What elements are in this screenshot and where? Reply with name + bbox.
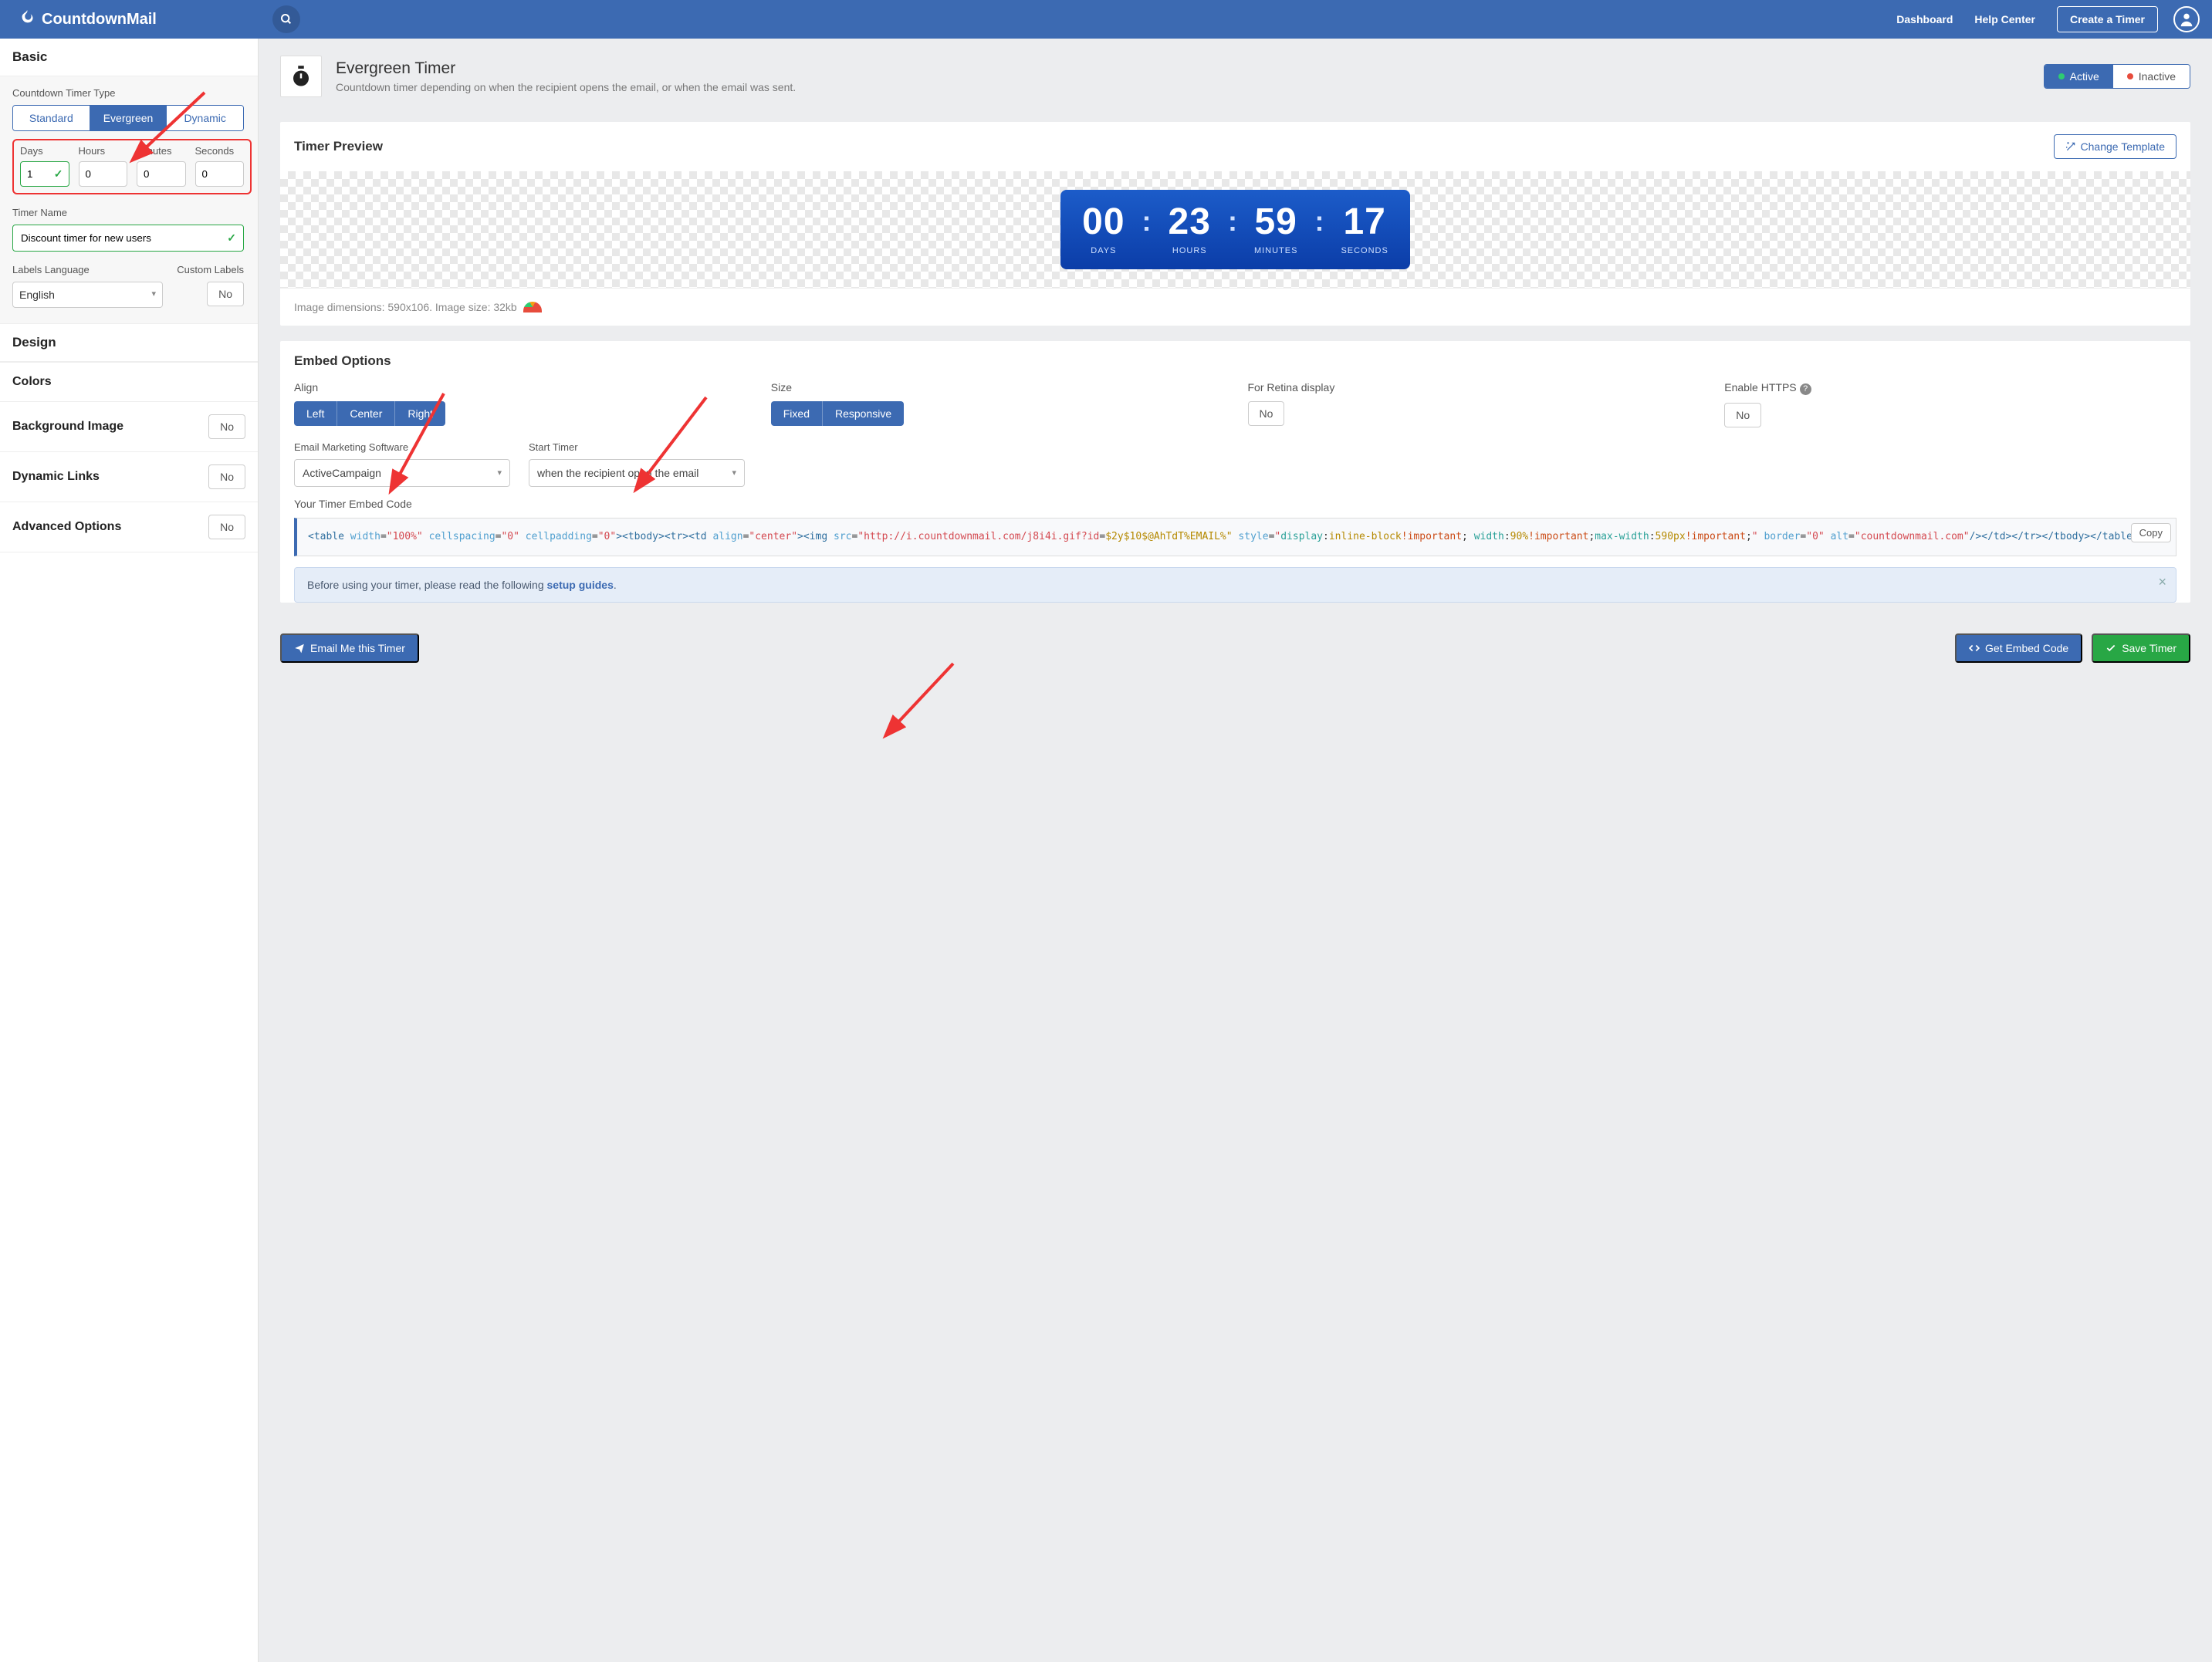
- minutes-input[interactable]: [137, 161, 186, 187]
- align-label: Align: [294, 381, 746, 394]
- labels-language-label: Labels Language: [12, 264, 163, 275]
- section-colors[interactable]: Colors: [0, 362, 258, 401]
- create-timer-button[interactable]: Create a Timer: [2057, 6, 2158, 32]
- gauge-icon: [523, 302, 542, 312]
- page-header: Evergreen Timer Countdown timer dependin…: [259, 39, 2212, 114]
- save-timer-button[interactable]: Save Timer: [2092, 633, 2190, 663]
- section-background-image[interactable]: Background Image No: [0, 401, 258, 451]
- section-dynamic-links[interactable]: Dynamic Links No: [0, 451, 258, 502]
- type-standard[interactable]: Standard: [13, 106, 90, 130]
- user-avatar[interactable]: [2173, 6, 2200, 32]
- nav-dashboard[interactable]: Dashboard: [1896, 13, 1953, 25]
- size-fixed[interactable]: Fixed: [771, 401, 822, 426]
- app-header: CountdownMail Dashboard Help Center Crea…: [0, 0, 2212, 39]
- labels-language-select[interactable]: English: [12, 282, 163, 308]
- size-group: Fixed Responsive: [771, 401, 1223, 426]
- nav-help-center[interactable]: Help Center: [1974, 13, 2035, 25]
- embed-options-title: Embed Options: [294, 353, 391, 369]
- days-label: Days: [20, 145, 69, 157]
- seconds-input[interactable]: [195, 161, 245, 187]
- https-label: Enable HTTPS?: [1724, 381, 2176, 395]
- hours-label: Hours: [79, 145, 128, 157]
- settings-sidebar: Basic Countdown Timer Type Standard Ever…: [0, 39, 259, 1662]
- status-active[interactable]: Active: [2045, 65, 2113, 88]
- custom-labels-label: Custom Labels: [177, 264, 244, 275]
- days-input[interactable]: [20, 161, 69, 187]
- timer-type-group: Standard Evergreen Dynamic: [12, 105, 244, 131]
- email-me-button[interactable]: Email Me this Timer: [280, 633, 419, 663]
- minutes-label: Minutes: [137, 145, 186, 157]
- align-right[interactable]: Right: [394, 401, 445, 426]
- timer-preview-panel: Timer Preview Change Template 00DAYS : 2…: [280, 122, 2190, 326]
- advanced-options-toggle[interactable]: No: [208, 515, 245, 539]
- seconds-label: Seconds: [195, 145, 245, 157]
- embed-code-box[interactable]: Copy <table width="100%" cellspacing="0"…: [294, 518, 2176, 556]
- embed-options-panel: Embed Options Align Left Center Right Si…: [280, 341, 2190, 603]
- align-group: Left Center Right: [294, 401, 746, 426]
- copy-button[interactable]: Copy: [2131, 523, 2171, 542]
- timer-preview-canvas: 00DAYS : 23HOURS : 59MINUTES : 17SECONDS: [280, 171, 2190, 288]
- section-advanced-options[interactable]: Advanced Options No: [0, 502, 258, 552]
- align-center[interactable]: Center: [337, 401, 394, 426]
- preview-days-value: 00: [1082, 201, 1125, 243]
- search-button[interactable]: [272, 5, 300, 33]
- size-label: Size: [771, 381, 1223, 394]
- timer-name-input[interactable]: [12, 225, 244, 252]
- basic-body: Countdown Timer Type Standard Evergreen …: [0, 76, 258, 323]
- search-icon: [280, 13, 293, 25]
- timer-name-label: Timer Name: [12, 207, 245, 218]
- timer-type-icon: [280, 56, 322, 97]
- flame-icon: [19, 8, 36, 30]
- retina-label: For Retina display: [1248, 381, 1700, 394]
- code-icon: [1969, 643, 1980, 654]
- user-icon: [2178, 11, 2195, 28]
- help-icon[interactable]: ?: [1800, 383, 1811, 395]
- setup-guides-alert: Before using your timer, please read the…: [294, 567, 2176, 603]
- timer-preview-title: Timer Preview: [294, 139, 383, 154]
- brand-name: CountdownMail: [42, 11, 157, 29]
- embed-code-label: Your Timer Embed Code: [280, 498, 2190, 518]
- paper-plane-icon: [294, 643, 305, 654]
- type-evergreen[interactable]: Evergreen: [90, 106, 167, 130]
- alert-close-button[interactable]: ×: [2158, 574, 2166, 590]
- dot-icon: [2058, 73, 2065, 79]
- brand-logo[interactable]: CountdownMail: [0, 8, 259, 30]
- status-toggle: Active Inactive: [2044, 64, 2190, 89]
- preview-hours-value: 23: [1169, 201, 1211, 243]
- change-template-button[interactable]: Change Template: [2054, 134, 2176, 159]
- wand-icon: [2065, 141, 2076, 152]
- ems-label: Email Marketing Software: [294, 441, 510, 453]
- https-toggle[interactable]: No: [1724, 403, 1761, 427]
- start-timer-label: Start Timer: [529, 441, 745, 453]
- main-content: Evergreen Timer Countdown timer dependin…: [259, 39, 2212, 1662]
- type-dynamic[interactable]: Dynamic: [166, 106, 243, 130]
- preview-minutes-value: 59: [1254, 201, 1298, 243]
- page-footer: Email Me this Timer Get Embed Code Save …: [259, 618, 2212, 686]
- section-basic[interactable]: Basic: [0, 39, 258, 76]
- stopwatch-icon: [289, 65, 313, 88]
- align-left[interactable]: Left: [294, 401, 337, 426]
- timer-type-label: Countdown Timer Type: [12, 87, 245, 99]
- start-timer-select[interactable]: when the recipient open the email: [529, 459, 745, 487]
- page-title: Evergreen Timer: [336, 59, 796, 78]
- page-subtitle: Countdown timer depending on when the re…: [336, 81, 796, 93]
- setup-guides-link[interactable]: setup guides: [547, 579, 614, 591]
- hours-input[interactable]: [79, 161, 128, 187]
- status-inactive[interactable]: Inactive: [2113, 65, 2190, 88]
- dot-icon: [2127, 73, 2133, 79]
- check-icon: [2105, 643, 2116, 654]
- size-responsive[interactable]: Responsive: [822, 401, 904, 426]
- retina-toggle[interactable]: No: [1248, 401, 1285, 426]
- image-info: Image dimensions: 590x106. Image size: 3…: [280, 288, 2190, 326]
- section-design[interactable]: Design: [0, 323, 258, 362]
- email-software-select[interactable]: ActiveCampaign: [294, 459, 510, 487]
- custom-labels-toggle[interactable]: No: [207, 282, 244, 306]
- preview-seconds-value: 17: [1341, 201, 1388, 243]
- dynamic-links-toggle[interactable]: No: [208, 464, 245, 489]
- countdown-display: 00DAYS : 23HOURS : 59MINUTES : 17SECONDS: [1060, 190, 1410, 269]
- duration-row: Days Hours Minutes Seconds: [12, 139, 252, 194]
- get-embed-code-button[interactable]: Get Embed Code: [1955, 633, 2082, 663]
- background-image-toggle[interactable]: No: [208, 414, 245, 439]
